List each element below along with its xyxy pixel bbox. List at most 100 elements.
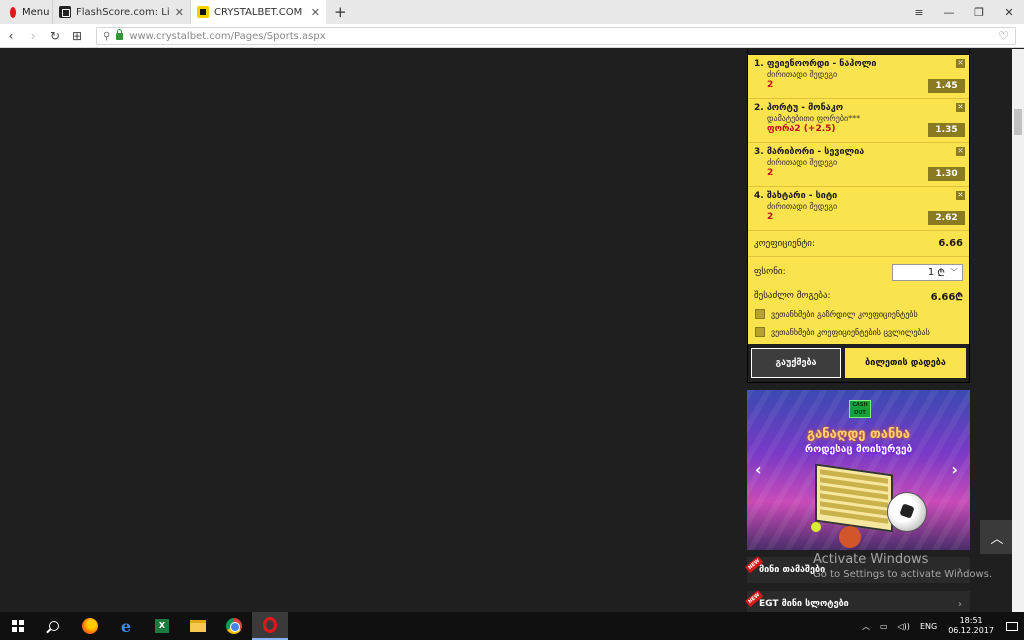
banner-next-arrow-icon[interactable]: › xyxy=(951,460,958,479)
network-icon[interactable]: ▭ xyxy=(875,622,893,631)
bet-market: ძირითადი შედეგი xyxy=(767,158,838,167)
taskbar-file-explorer[interactable] xyxy=(180,612,216,640)
promo-label: EGT მინი სლოტები xyxy=(759,599,849,609)
taskbar-edge[interactable]: e xyxy=(108,612,144,640)
crystalbet-favicon-icon xyxy=(197,6,209,18)
checkbox-label: ვეთანხმები გაზრდილ კოეფიციენტებს xyxy=(771,309,918,319)
bet-odds: 1.45 xyxy=(928,79,965,93)
taskbar-firefox[interactable] xyxy=(72,612,108,640)
start-button[interactable] xyxy=(0,612,36,640)
opera-menu-button[interactable]: Menu xyxy=(0,0,52,24)
windows-start-icon xyxy=(12,620,24,632)
taskbar-opera[interactable] xyxy=(252,612,288,640)
show-hidden-icons-icon[interactable]: ︿ xyxy=(857,621,875,632)
possible-win-value: 6.66₾ xyxy=(930,292,963,303)
banner-subtitle: როდესაც მოისურვებ xyxy=(804,444,913,455)
place-bet-button[interactable]: ბილეთის დადება xyxy=(845,348,966,378)
restore-icon[interactable]: ❐ xyxy=(964,0,994,24)
cancel-button[interactable]: გაუქმება xyxy=(751,348,841,378)
checkbox-label: ვეთანხმები კოეფიციენტების ცვლილებას xyxy=(771,327,930,337)
cashout-badge: CASH OUT xyxy=(849,400,871,418)
clock[interactable]: 18:51 06.12.2017 xyxy=(942,616,1000,636)
chevron-down-icon[interactable]: ﹀ xyxy=(948,267,960,278)
bet-odds: 2.62 xyxy=(928,211,965,225)
chrome-icon xyxy=(226,618,242,634)
bet-item: 3. მარიბორი - სევილია ძირითადი შედეგი 2 … xyxy=(748,143,969,187)
tab-title: CRYSTALBET.COM - ონლა xyxy=(214,6,306,18)
volume-icon[interactable]: ◁)) xyxy=(893,622,915,631)
bet-market: ძირითადი შედეგი xyxy=(767,202,838,211)
remove-bet-icon[interactable]: ✕ xyxy=(956,191,965,200)
minimize-icon[interactable]: — xyxy=(934,0,964,24)
tab-menu-icon[interactable]: ≡ xyxy=(904,0,934,24)
stake-label: ფსონი: xyxy=(754,267,786,277)
bet-item: 2. პორტუ - მონაკო დამატებითი ფორები*** ფ… xyxy=(748,99,969,143)
bet-match: 1. ფეიენოორდი - ნაპოლი xyxy=(754,59,877,69)
back-icon[interactable]: ‹ xyxy=(0,29,22,43)
speed-dial-icon[interactable]: ⊞ xyxy=(66,29,88,43)
egt-mini-slots-link[interactable]: NEW EGT მინი სლოტები › xyxy=(745,589,970,612)
activate-windows-watermark: Activate Windows Go to Settings to activ… xyxy=(813,552,992,580)
banner-title: განაღდე თანხა xyxy=(807,427,910,442)
opera-icon xyxy=(263,617,277,633)
stake-input[interactable]: 1 ₾ ﹀ xyxy=(892,263,963,281)
reload-icon[interactable]: ↻ xyxy=(44,29,66,43)
possible-win-row: შესაძლო მოგება: 6.66₾ xyxy=(748,287,969,305)
betslip: 1. ფეიენოორდი - ნაპოლი ძირითადი შედეგი 2… xyxy=(747,49,970,383)
remove-bet-icon[interactable]: ✕ xyxy=(956,147,965,156)
page-scrollbar[interactable] xyxy=(1012,49,1024,612)
opera-logo-icon xyxy=(10,6,16,18)
url-text: www.crystalbet.com/Pages/Sports.aspx xyxy=(129,30,326,42)
clock-date: 06.12.2017 xyxy=(948,626,994,635)
firefox-icon xyxy=(82,618,98,634)
bet-odds: 1.35 xyxy=(928,123,965,137)
tab-flashscore[interactable]: FlashScore.com: Live Socc ✕ xyxy=(52,0,190,24)
lock-icon xyxy=(116,28,124,40)
coefficient-label: კოეფიციენტი: xyxy=(754,238,815,249)
language-indicator[interactable]: ENG xyxy=(915,622,942,631)
bet-match: 3. მარიბორი - სევილია xyxy=(754,147,865,157)
bet-match: 2. პორტუ - მონაკო xyxy=(754,103,844,113)
scroll-to-top-button[interactable]: ︿ xyxy=(980,520,1014,554)
close-window-icon[interactable]: ✕ xyxy=(994,0,1024,24)
remove-bet-icon[interactable]: ✕ xyxy=(956,59,965,68)
tab-crystalbet[interactable]: CRYSTALBET.COM - ონლა ✕ xyxy=(190,0,326,24)
url-field[interactable]: ⚲ www.crystalbet.com/Pages/Sports.aspx ♡ xyxy=(96,27,1016,45)
flashscore-favicon-icon xyxy=(59,6,71,18)
chevron-right-icon: › xyxy=(957,598,962,610)
bet-odds: 1.30 xyxy=(928,167,965,181)
watermark-subtitle: Go to Settings to activate Windows. xyxy=(813,569,993,580)
accept-higher-odds-checkbox[interactable] xyxy=(755,309,765,319)
football-image xyxy=(887,492,927,532)
accept-odds-change-checkbox[interactable] xyxy=(755,327,765,337)
currency-icon: ₾ xyxy=(937,268,945,279)
possible-win-label: შესაძლო მოგება: xyxy=(754,291,831,301)
bet-market: დამატებითი ფორები*** xyxy=(767,114,861,123)
tab-close-icon[interactable]: ✕ xyxy=(175,6,184,19)
remove-bet-icon[interactable]: ✕ xyxy=(956,103,965,112)
tab-close-icon[interactable]: ✕ xyxy=(311,6,320,19)
watermark-title: Activate Windows xyxy=(813,552,929,567)
accept-odds-change-option[interactable]: ვეთანხმები კოეფიციენტების ცვლილებას xyxy=(748,323,969,341)
accept-higher-odds-option[interactable]: ვეთანხმები გაზრდილ კოეფიციენტებს xyxy=(748,305,969,323)
taskbar-chrome[interactable] xyxy=(216,612,252,640)
tab-title: FlashScore.com: Live Socc xyxy=(76,6,170,18)
taskbar-excel[interactable]: X xyxy=(144,612,180,640)
scrollbar-thumb[interactable] xyxy=(1014,109,1022,135)
new-tab-button[interactable]: + xyxy=(326,0,355,24)
taskbar-search-button[interactable] xyxy=(36,612,72,640)
bet-match: 4. შახტარი - სიტი xyxy=(754,191,838,201)
action-center-button[interactable] xyxy=(1000,612,1024,640)
excel-icon: X xyxy=(155,619,169,633)
stake-value: 1 xyxy=(927,266,935,278)
bet-market: ძირითადი შედეგი xyxy=(767,70,838,79)
total-coefficient-row: კოეფიციენტი: 6.66 xyxy=(748,231,969,257)
search-icon: ⚲ xyxy=(103,30,111,42)
cashout-promo-banner[interactable]: CASH OUT განაღდე თანხა როდესაც მოისურვებ… xyxy=(747,390,970,550)
bookmark-heart-icon[interactable]: ♡ xyxy=(998,29,1009,43)
chevron-up-icon: ︿ xyxy=(990,531,1004,547)
banner-prev-arrow-icon[interactable]: ‹ xyxy=(755,460,762,479)
forward-icon[interactable]: › xyxy=(22,29,44,43)
stake-row: ფსონი: 1 ₾ ﹀ xyxy=(748,257,969,287)
clock-time: 18:51 xyxy=(959,616,983,625)
